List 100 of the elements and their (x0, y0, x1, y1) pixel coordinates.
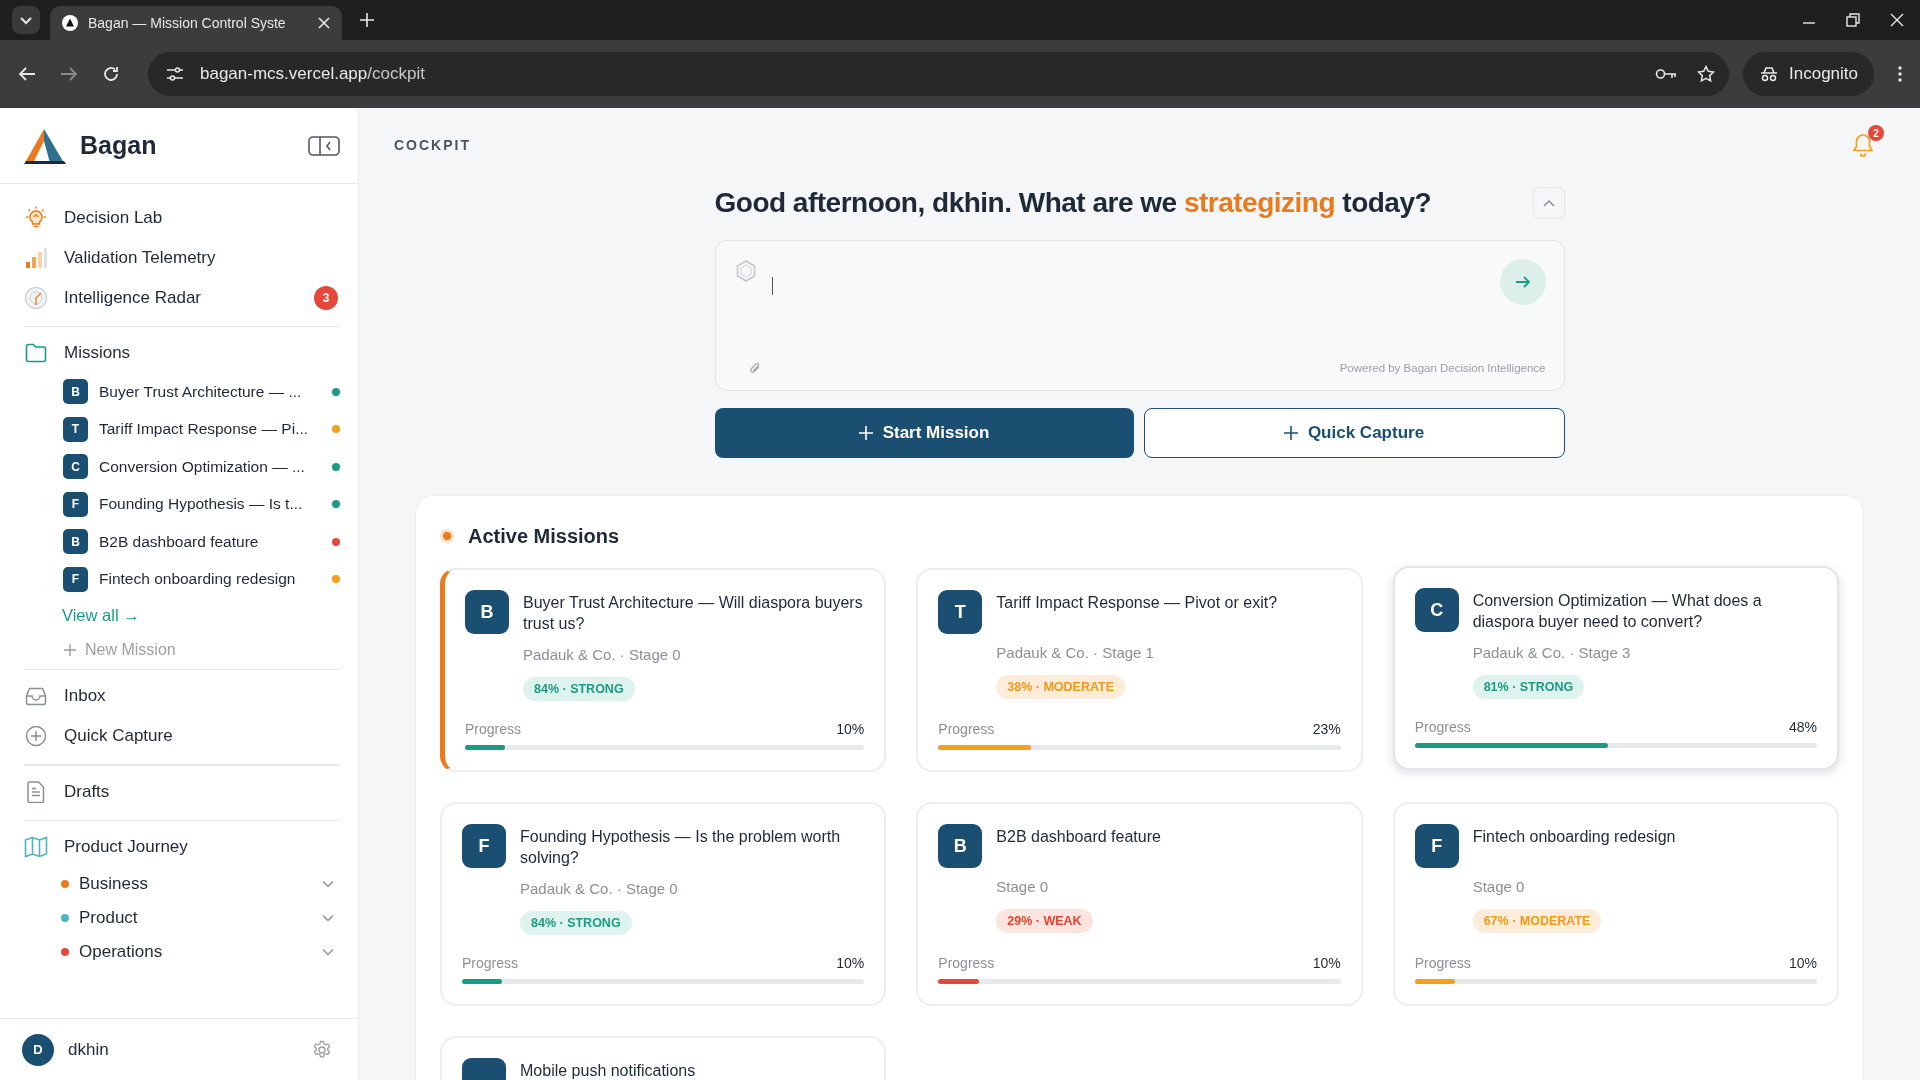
mission-card[interactable]: F Founding Hypothesis — Is the problem worth solving? Padauk & Co. · Stage 0 84% · STRONG Progress 10% (440, 802, 887, 1006)
nav-item[interactable]: Validation Telemetry (24, 238, 340, 278)
browser-tab[interactable]: Bagan — Mission Control Syste (50, 6, 342, 40)
mission-item[interactable]: B B2B dashboard feature (24, 523, 340, 561)
plus-icon (1283, 426, 1298, 440)
tab-list-icon[interactable] (12, 6, 40, 34)
nav-item[interactable]: Product Journey (24, 827, 340, 867)
progress-value: 10% (1788, 955, 1817, 971)
progress-label: Progress (938, 721, 995, 737)
logo-icon (62, 15, 78, 31)
nav-item[interactable]: Drafts (24, 772, 340, 812)
tab-title: Bagan — Mission Control Syste (88, 15, 287, 31)
strength-tag: 81% · STRONG (1472, 675, 1585, 699)
nav-item[interactable]: Decision Lab (24, 198, 340, 238)
mission-item[interactable]: F Founding Hypothesis — Is t... (24, 485, 340, 523)
nav-item[interactable]: Missions (24, 333, 340, 373)
forward-icon[interactable] (60, 66, 78, 82)
journey-item[interactable]: Product (24, 901, 340, 935)
inbox-icon (24, 686, 48, 706)
strength-tag: 84% · STRONG (523, 677, 635, 701)
journey-item[interactable]: Operations (24, 935, 340, 969)
plus-icon (858, 426, 873, 440)
close-icon[interactable] (1890, 13, 1904, 27)
card-meta: Stage 0 (996, 878, 1050, 895)
plus-icon (64, 644, 76, 656)
chevron-up-icon (1542, 199, 1555, 207)
start-mission-button[interactable]: Start Mission (714, 408, 1134, 458)
progress-value: 48% (1788, 719, 1817, 735)
progress-label: Progress (462, 955, 519, 971)
chevron-icon[interactable] (322, 914, 334, 922)
mission-item[interactable]: F Fintech onboarding redesign (24, 560, 340, 598)
send-icon[interactable] (1499, 259, 1546, 305)
bell-icon[interactable] (1852, 133, 1874, 157)
journey-item[interactable]: Business (24, 867, 340, 901)
progress-label: Progress (465, 721, 522, 737)
card-title: Founding Hypothesis — Is the problem worth solving? (520, 827, 842, 868)
paperclip-icon[interactable] (747, 360, 762, 376)
mission-card[interactable]: T Tariff Impact Response — Pivot or exit? Padauk & Co. · Stage 1 38% · MODERATE Progress 23% (916, 568, 1363, 772)
strength-tag: 29% · WEAK (996, 909, 1093, 933)
sidebar-toggle-icon[interactable] (308, 135, 340, 156)
site-settings-icon[interactable] (166, 66, 184, 82)
strength-tag: 38% · MODERATE (996, 675, 1126, 699)
mission-item[interactable]: T Tariff Impact Response — Pi... (24, 410, 340, 448)
card-meta: Stage 0 (1472, 878, 1526, 895)
progress-label: Progress (938, 955, 995, 971)
reload-icon[interactable] (102, 65, 120, 83)
user-avatar: D (22, 1033, 54, 1066)
mission-avatar: C (1414, 588, 1459, 632)
quick-capture-button[interactable]: Quick Capture (1143, 408, 1565, 458)
brand-name: Bagan (80, 131, 158, 160)
strength-tag: 84% · STRONG (520, 911, 632, 935)
progress-value: 10% (1312, 955, 1341, 971)
card-title: Buyer Trust Architecture — Will diaspora buyers trust us? (523, 593, 864, 634)
plus-circle-icon (24, 725, 48, 747)
progress-label: Progress (1414, 719, 1471, 735)
mission-item[interactable]: C Conversion Optimization — ... (24, 448, 340, 486)
lightbulb-icon (24, 206, 48, 230)
card-title: Conversion Optimization — What does a diaspora buyer need to convert? (1472, 591, 1763, 632)
page-title: COCKPIT (394, 137, 471, 153)
mission-card[interactable]: F Fintech onboarding redesign Stage 0 67% · MODERATE Progress 10% (1392, 802, 1839, 1006)
more-icon[interactable] (1898, 66, 1902, 82)
chevron-icon[interactable] (322, 880, 334, 888)
restore-icon[interactable] (1846, 13, 1860, 27)
mission-avatar: F (63, 491, 88, 517)
mission-item[interactable]: B Buyer Trust Architecture — ... (24, 373, 340, 411)
user-name: dkhin (68, 1039, 110, 1060)
card-meta: Padauk & Co. · Stage 3 (1472, 644, 1632, 661)
new-tab-icon[interactable] (360, 13, 374, 27)
bar-chart-icon (24, 246, 48, 270)
mission-avatar: T (938, 590, 983, 634)
key-icon[interactable] (1655, 68, 1677, 80)
close-icon[interactable] (318, 17, 330, 29)
count-badge: 3 (314, 286, 338, 310)
address-bar[interactable]: bagan-mcs.vercel.app/cockpit (148, 52, 1729, 96)
star-icon[interactable] (1697, 65, 1715, 83)
mission-card[interactable]: Mobile push notifications (440, 1036, 887, 1080)
profile-button[interactable]: Incognito (1743, 52, 1874, 96)
folder-icon (24, 343, 48, 363)
progress-value: 23% (1312, 721, 1341, 737)
mission-card[interactable]: C Conversion Optimization — What does a diaspora buyer need to convert? Padauk & Co. · Stage 3 81% · STRONG Progress 48% (1392, 566, 1839, 770)
radar-icon (24, 286, 48, 310)
mission-avatar: T (63, 416, 88, 442)
card-meta: Padauk & Co. · Stage 0 (520, 880, 679, 897)
settings-icon[interactable] (312, 1039, 332, 1060)
back-icon[interactable] (18, 66, 36, 82)
mission-avatar: B (938, 824, 983, 868)
nav-item[interactable]: Quick Capture (24, 716, 340, 756)
mission-avatar: B (63, 529, 88, 555)
map-icon (24, 836, 48, 858)
mission-avatar: C (63, 454, 88, 480)
mission-card[interactable]: B Buyer Trust Architecture — Will diaspora buyers trust us? Padauk & Co. · Stage 0 84% · STRONG Progress 10% (440, 568, 887, 772)
mission-avatar: B (63, 379, 88, 405)
nav-item[interactable]: Intelligence Radar 3 (24, 278, 340, 318)
mission-card[interactable]: B B2B dashboard feature Stage 0 29% · WEAK Progress 10% (916, 802, 1363, 1006)
view-all-link[interactable]: View all → (62, 606, 140, 625)
chevron-icon[interactable] (322, 948, 334, 956)
card-title: Mobile push notifications (520, 1061, 697, 1080)
card-meta: Padauk & Co. · Stage 0 (523, 646, 682, 663)
nav-item[interactable]: Inbox (24, 676, 340, 716)
pulse-dot-icon (440, 529, 454, 543)
